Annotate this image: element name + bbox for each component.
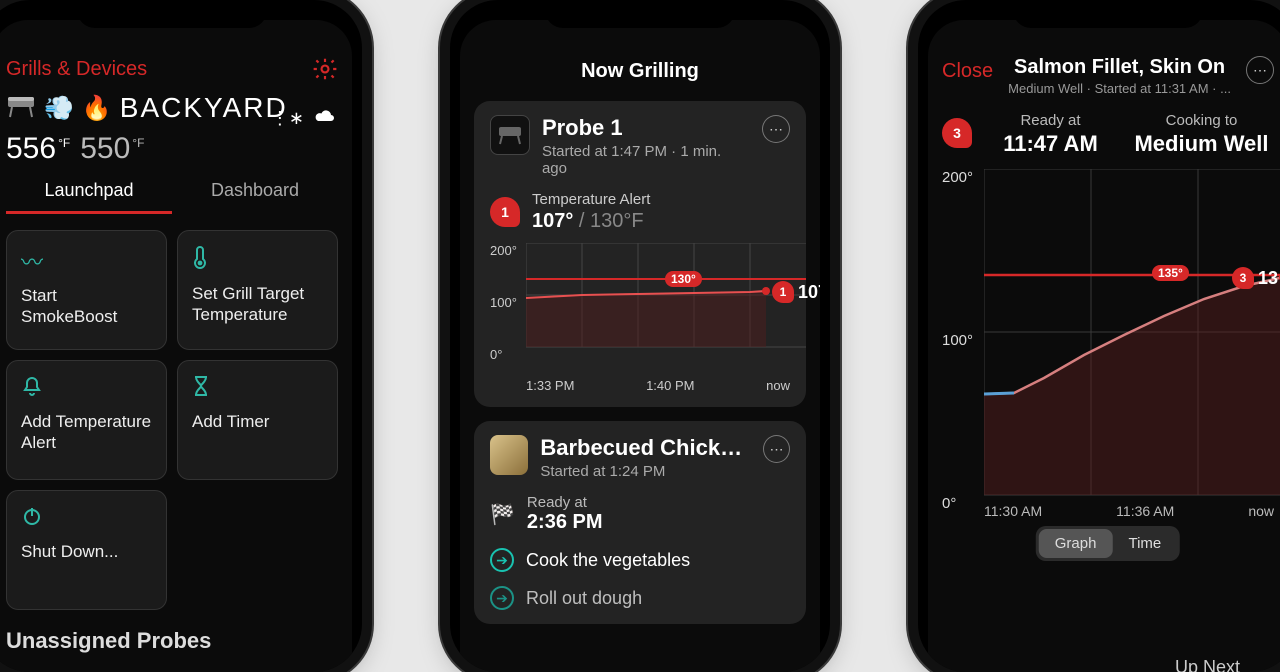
grill-name: BACKYARD — [120, 92, 288, 124]
phone-now-grilling: Now Grilling Probe 1 Started at 1:47 PM … — [450, 0, 830, 672]
recipe-started: Started at 1:24 PM — [540, 463, 751, 480]
temp-primary: 556 — [6, 132, 56, 165]
segmented-control: Graph Time — [1036, 526, 1180, 561]
phone-grills: Grills & Devices ⋮∗ 💨 🔥 BACKYARD 556°F 5… — [0, 0, 362, 672]
bluetooth-icon: ⋮∗ — [271, 108, 304, 129]
probe-card[interactable]: Probe 1 Started at 1:47 PM · 1 min. ago … — [474, 101, 806, 407]
current-readout: 13 — [1258, 268, 1278, 289]
detail-subtitle: Medium Well · Started at 11:31 AM · ... — [1001, 81, 1238, 96]
food-thumbnail — [490, 435, 528, 475]
seg-time[interactable]: Time — [1112, 529, 1177, 558]
gear-icon[interactable] — [312, 56, 338, 82]
notch — [77, 0, 267, 28]
detail-title: Salmon Fillet, Skin On — [1001, 56, 1238, 79]
tile-shut-down[interactable]: Shut Down... — [6, 490, 167, 610]
ready-label: Ready at — [527, 494, 603, 511]
smoke-icon: 💨 — [44, 94, 74, 123]
grill-icon — [490, 115, 530, 155]
smokeboost-icon: 〰 — [21, 245, 152, 277]
probe-badge: 3 — [942, 118, 972, 148]
tile-add-timer[interactable]: Add Timer — [177, 360, 338, 480]
tile-add-alert[interactable]: Add Temperature Alert — [6, 360, 167, 480]
ready-label: Ready at — [978, 112, 1123, 129]
tabs: Launchpad Dashboard — [6, 180, 338, 214]
probe-name: Probe 1 — [542, 115, 750, 141]
probe-started: Started at 1:47 PM · 1 min. ago — [542, 143, 750, 177]
bell-icon — [21, 375, 152, 403]
target-pill: 135° — [1152, 265, 1189, 281]
cookto-value: Medium Well — [1129, 131, 1274, 157]
arrow-right-icon: ➔ — [490, 586, 514, 610]
current-readout: 107° — [798, 282, 820, 303]
cloud-icon — [314, 108, 336, 129]
alert-label: Temperature Alert — [532, 191, 650, 208]
flag-icon: 🏁 — [490, 502, 515, 527]
unassigned-probes-header: Unassigned Probes — [6, 628, 338, 654]
phone-detail: Close Salmon Fillet, Skin On Medium Well… — [918, 0, 1280, 672]
probe1-chart: 200° 100° 0° — [490, 243, 790, 393]
more-icon[interactable]: ⋯ — [763, 435, 790, 463]
recipe-step[interactable]: ➔ Roll out dough — [490, 586, 790, 610]
probe-badge-small: 1 — [772, 281, 794, 303]
recipe-card[interactable]: Barbecued Chicken P… Started at 1:24 PM … — [474, 421, 806, 624]
arrow-right-icon: ➔ — [490, 548, 514, 572]
hourglass-icon — [192, 375, 323, 403]
alert-value: 107° / 130°F — [532, 210, 650, 233]
notch — [1013, 0, 1203, 28]
seg-graph[interactable]: Graph — [1039, 529, 1113, 558]
close-button[interactable]: Close — [942, 60, 993, 83]
cookto-label: Cooking to — [1129, 112, 1274, 129]
more-icon[interactable]: ⋯ — [1246, 56, 1274, 84]
probe-badge-small: 3 — [1232, 267, 1254, 289]
thermometer-icon — [192, 245, 323, 275]
target-pill: 130° — [665, 271, 702, 287]
tile-smokeboost[interactable]: 〰 Start SmokeBoost — [6, 230, 167, 350]
page-title: Now Grilling — [474, 60, 806, 83]
probe-badge: 1 — [490, 197, 520, 227]
power-icon — [21, 505, 152, 533]
ready-value: 2:36 PM — [527, 511, 603, 534]
recipe-step[interactable]: ➔ Cook the vegetables — [490, 548, 790, 572]
grill-icon — [6, 93, 36, 124]
salmon-chart: 200° 100° 0° — [942, 169, 1274, 549]
recipe-name: Barbecued Chicken P… — [540, 435, 751, 461]
up-next-label: Up Next — [1175, 657, 1240, 672]
fire-icon: 🔥 — [82, 94, 112, 123]
screen-header: Grills & Devices — [6, 58, 147, 81]
temps-row: 556°F 550°F — [6, 132, 338, 166]
tab-launchpad[interactable]: Launchpad — [6, 180, 172, 214]
tab-dashboard[interactable]: Dashboard — [172, 180, 338, 214]
notch — [545, 0, 735, 28]
tile-set-target[interactable]: Set Grill Target Temperature — [177, 230, 338, 350]
more-icon[interactable]: ⋯ — [762, 115, 790, 143]
ready-value: 11:47 AM — [978, 131, 1123, 157]
temp-secondary: 550 — [80, 132, 130, 165]
